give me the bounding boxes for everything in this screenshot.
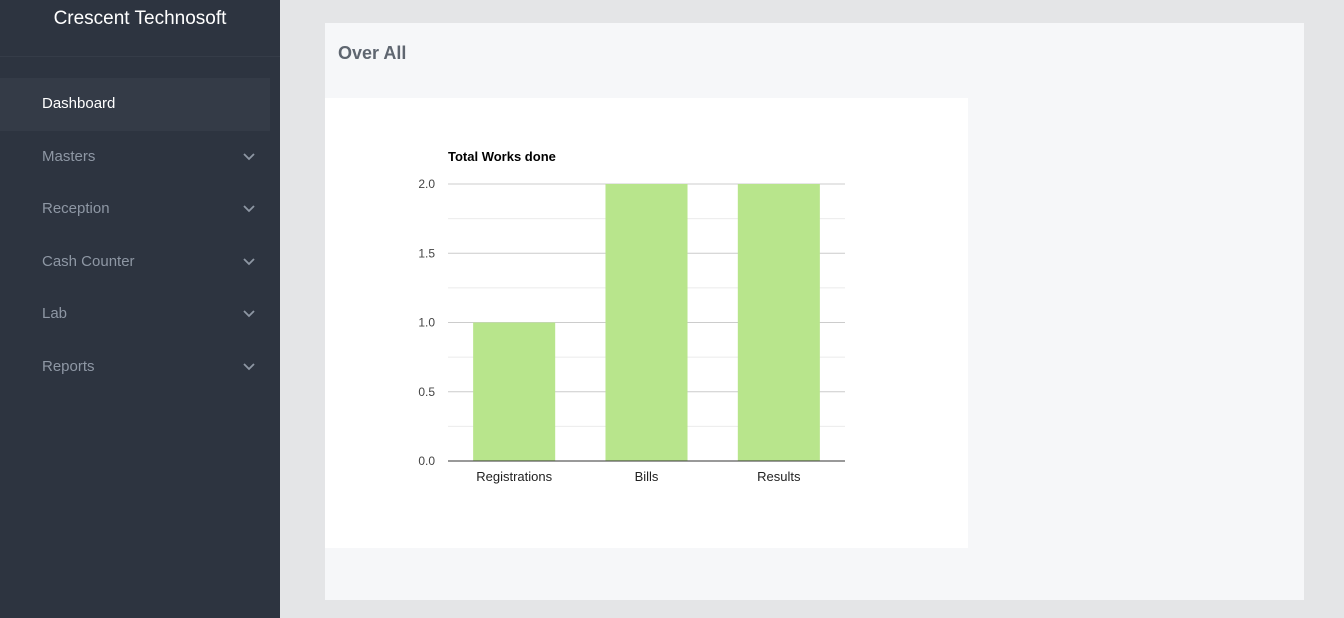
chevron-down-icon xyxy=(243,310,255,318)
y-tick-label: 1.5 xyxy=(418,246,435,260)
y-tick-label: 2.0 xyxy=(418,177,435,191)
sidebar-item-lab[interactable]: Lab xyxy=(0,288,270,341)
x-category-label: Registrations xyxy=(476,469,552,484)
total-works-chart: Total Works done 0.0 0.5 1.0 1.5 2.0 Registra… xyxy=(418,149,845,484)
sidebar-item-masters[interactable]: Masters xyxy=(0,131,270,184)
y-tick-label: 0.5 xyxy=(418,385,435,399)
chevron-down-icon xyxy=(243,257,255,265)
x-category-label: Bills xyxy=(635,469,659,484)
sidebar: Crescent Technosoft Dashboard Masters Re… xyxy=(0,0,280,618)
sidebar-item-label: Reports xyxy=(42,357,95,375)
x-category-label: Results xyxy=(757,469,801,484)
chevron-down-icon xyxy=(243,362,255,370)
sidebar-item-label: Cash Counter xyxy=(42,252,135,270)
sidebar-item-dashboard[interactable]: Dashboard xyxy=(0,78,270,131)
brand-title[interactable]: Crescent Technosoft xyxy=(0,0,280,57)
panel-title: Over All xyxy=(338,43,407,63)
sidebar-item-reports[interactable]: Reports xyxy=(0,341,270,394)
sidebar-item-cash-counter[interactable]: Cash Counter xyxy=(0,236,270,289)
bar-registrations xyxy=(473,322,556,461)
y-tick-label: 1.0 xyxy=(418,316,435,330)
sidebar-item-reception[interactable]: Reception xyxy=(0,183,270,236)
sidebar-item-label: Reception xyxy=(42,200,110,217)
y-tick-label: 0.0 xyxy=(418,454,435,468)
overall-panel: Over All Total Works done 0.0 0.5 1.0 1.5 2.… xyxy=(325,23,1304,600)
bar-bills xyxy=(605,184,688,461)
bar-results xyxy=(737,184,820,461)
sidebar-item-label: Masters xyxy=(42,147,96,165)
chevron-down-icon xyxy=(243,205,255,213)
chevron-down-icon xyxy=(243,152,255,160)
chart-title: Total Works done xyxy=(448,149,556,164)
chart-container: Total Works done 0.0 0.5 1.0 1.5 2.0 Registra… xyxy=(325,98,968,548)
sidebar-nav: Dashboard Masters Reception Cash Counter… xyxy=(0,78,280,393)
sidebar-item-label: Dashboard xyxy=(42,95,116,112)
sidebar-item-label: Lab xyxy=(42,305,68,322)
